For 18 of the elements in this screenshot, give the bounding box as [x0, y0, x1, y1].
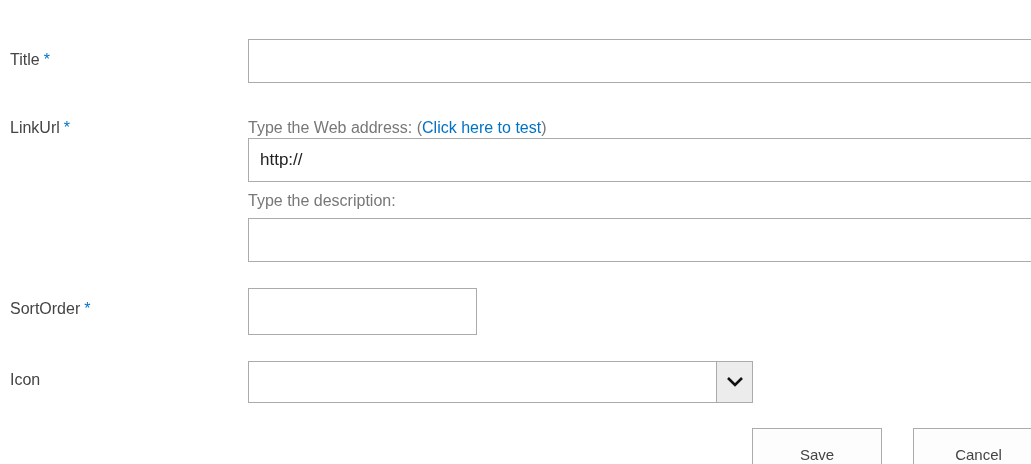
- chevron-down-icon: [725, 376, 744, 388]
- field-label: Title: [10, 51, 40, 68]
- sort-order-field[interactable]: [248, 288, 477, 335]
- required-mark: *: [84, 300, 91, 317]
- description-hint: Type the description:: [248, 191, 397, 211]
- text-field[interactable]: [248, 39, 1031, 83]
- url-field[interactable]: http://: [248, 138, 1031, 182]
- form-button[interactable]: Save: [752, 428, 882, 464]
- field-label: Icon: [10, 371, 41, 388]
- field-label: LinkUrl: [10, 119, 60, 136]
- dropdown[interactable]: [248, 361, 753, 403]
- required-mark: *: [63, 119, 71, 136]
- required-mark: *: [43, 51, 50, 68]
- description-field[interactable]: [248, 218, 1031, 262]
- address-hint: Type the Web address: (Click here to test): [248, 118, 548, 138]
- form-button[interactable]: Cancel: [913, 428, 1031, 464]
- test-link[interactable]: Click here to test: [422, 119, 542, 136]
- field-label: SortOrder: [10, 300, 81, 317]
